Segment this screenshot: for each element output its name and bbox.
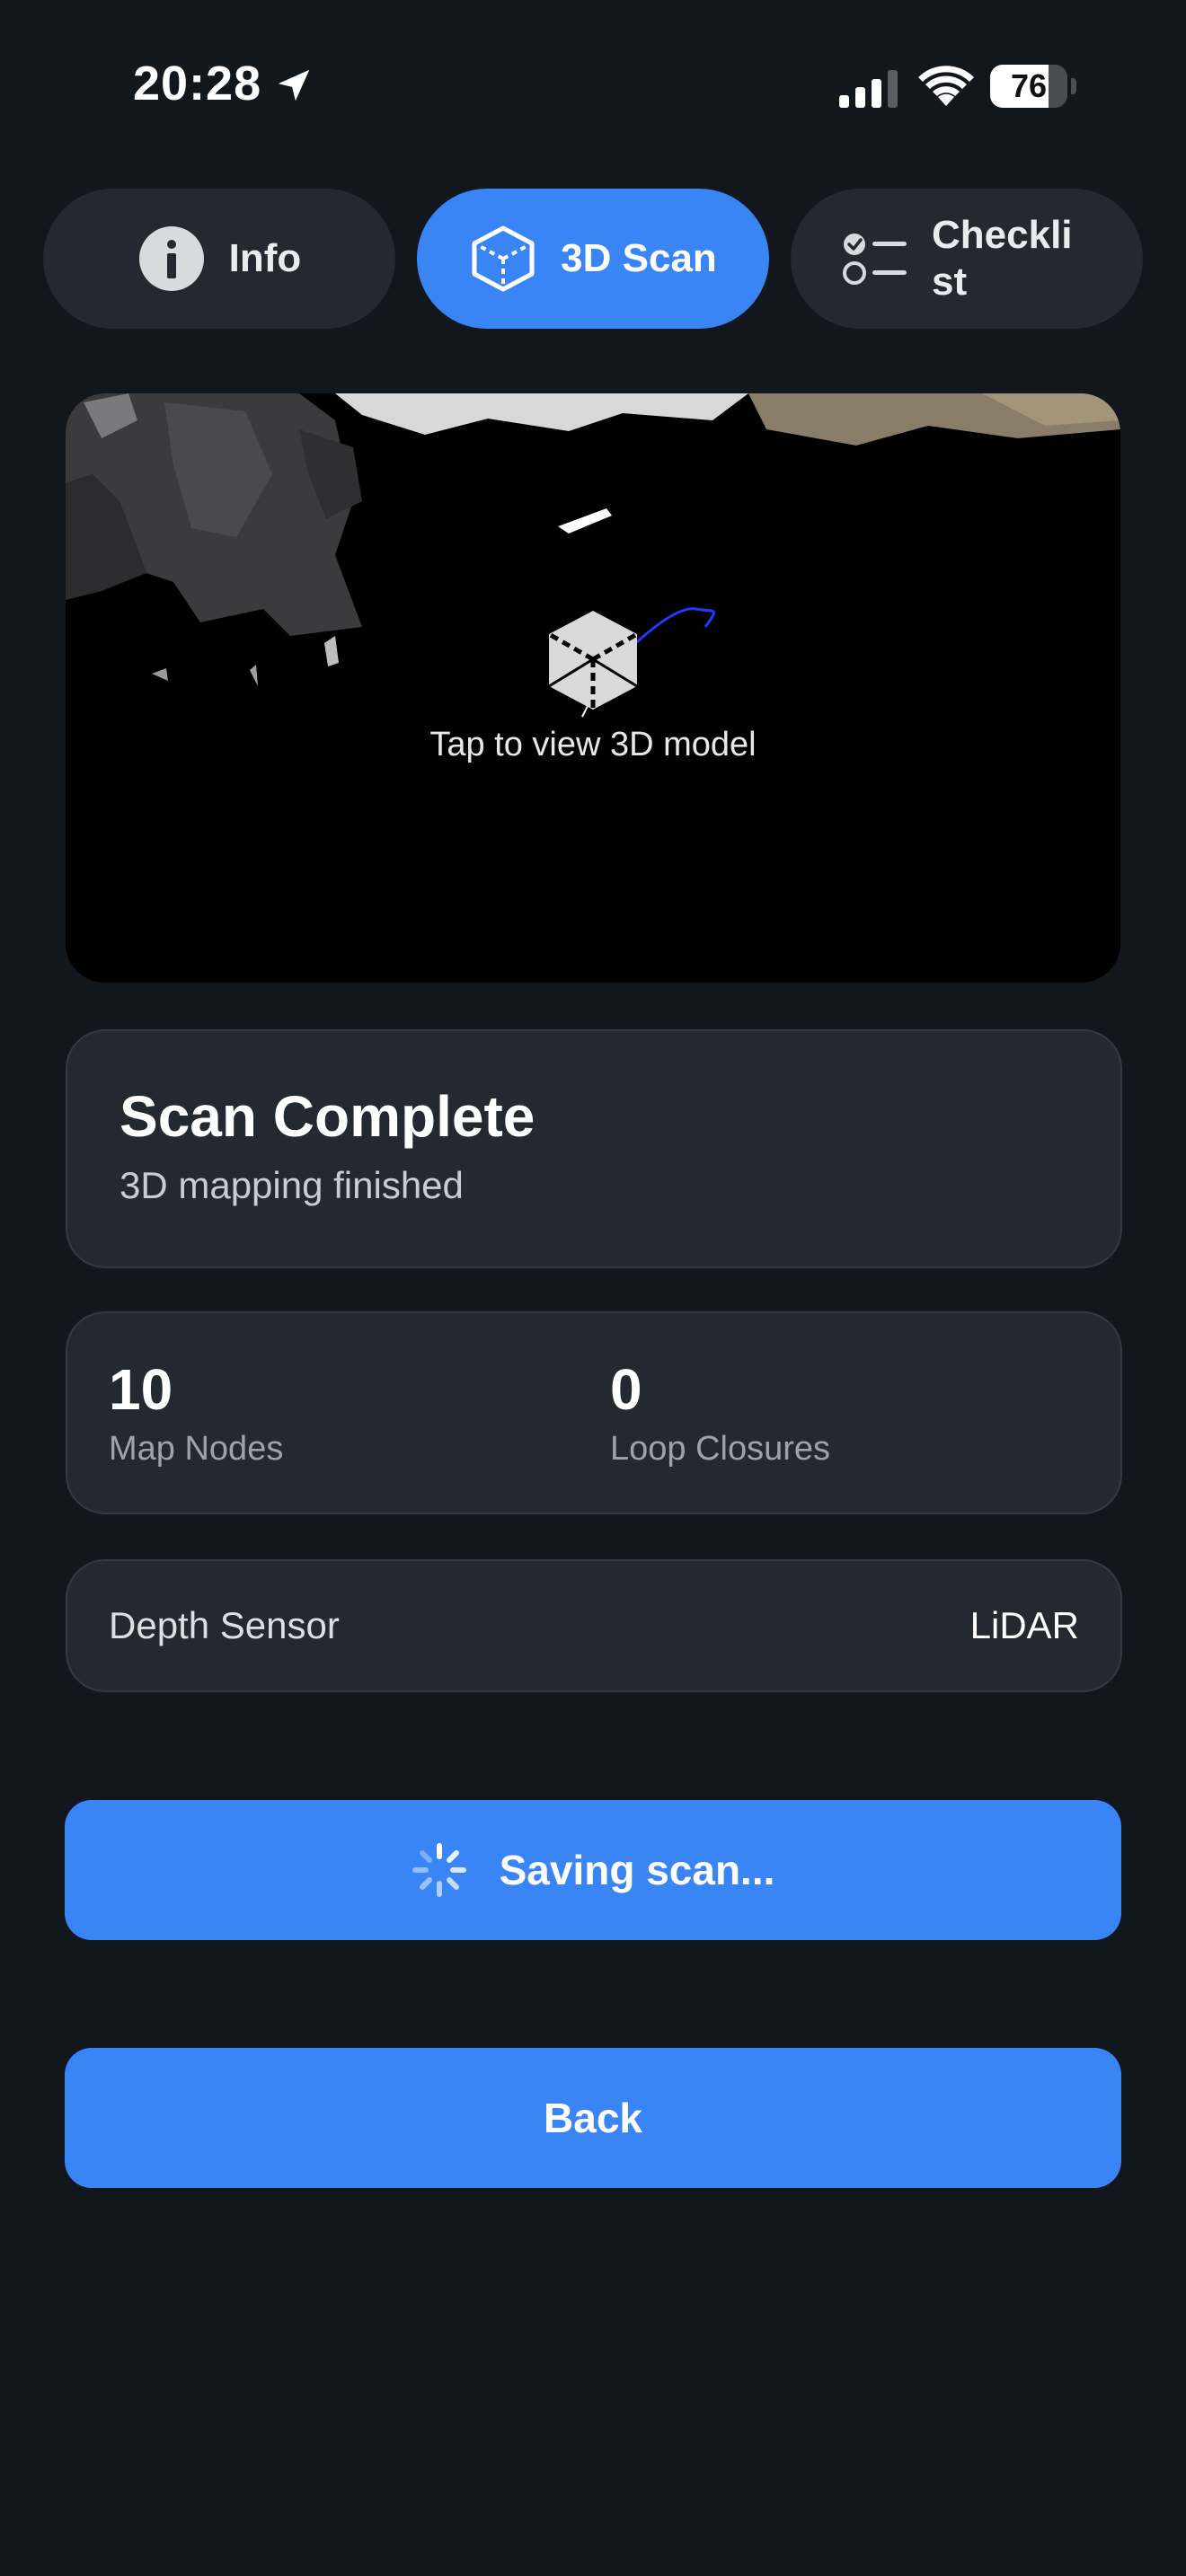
model-viewer[interactable]: Tap to view 3D model (66, 393, 1120, 983)
tab-3d-scan-label: 3D Scan (561, 236, 717, 280)
scan-stats-card: 10 Map Nodes 0 Loop Closures (66, 1311, 1122, 1514)
info-icon (138, 226, 204, 291)
scan-status-title: Scan Complete (119, 1084, 535, 1149)
wifi-icon (918, 66, 974, 106)
back-button[interactable]: Back (65, 2048, 1121, 2188)
cube-icon (547, 611, 639, 710)
depth-sensor-label: Depth Sensor (109, 1604, 340, 1646)
depth-sensor-value: LiDAR (969, 1604, 1079, 1646)
scan-screen: 20:28 76 Info 3D Scan Checklist Tap to v… (0, 0, 1186, 2576)
stat-map-nodes: 10 Map Nodes (109, 1358, 283, 1469)
stat-value: 10 (109, 1357, 173, 1422)
battery-cap (1071, 78, 1076, 94)
checklist-icon (843, 234, 907, 285)
stat-value: 0 (610, 1357, 642, 1422)
spinner-icon (412, 1843, 466, 1897)
stat-label: Map Nodes (109, 1430, 284, 1468)
viewer-caption: Tap to view 3D model (429, 726, 757, 763)
saving-scan-button[interactable]: Saving scan... (65, 1800, 1121, 1940)
stat-label: Loop Closures (610, 1430, 831, 1468)
battery-level: 76 (1010, 67, 1048, 104)
status-time: 20:28 (133, 57, 262, 110)
status-bar: 20:28 76 (0, 0, 1186, 171)
depth-sensor-row: Depth Sensor LiDAR (66, 1559, 1122, 1692)
tab-3d-scan[interactable]: 3D Scan (417, 189, 769, 329)
tab-info[interactable]: Info (43, 189, 395, 329)
scan-status-card: Scan Complete 3D mapping finished (66, 1029, 1122, 1268)
saving-scan-label: Saving scan... (499, 1847, 775, 1893)
tab-info-label: Info (228, 236, 302, 280)
battery-icon: 76 (990, 65, 1076, 108)
cellular-signal-icon (839, 70, 898, 108)
battery-body: 76 (990, 65, 1067, 108)
back-button-label: Back (544, 2095, 642, 2141)
cube-icon (472, 225, 535, 292)
location-arrow-icon (278, 69, 310, 101)
tab-checklist[interactable]: Checklist (791, 189, 1143, 329)
tab-checklist-label: Checklist (932, 213, 1073, 304)
stat-loop-closures: 0 Loop Closures (610, 1358, 830, 1469)
tab-bar: Info 3D Scan Checklist (43, 189, 1143, 329)
scan-status-subtitle: 3D mapping finished (119, 1164, 464, 1206)
